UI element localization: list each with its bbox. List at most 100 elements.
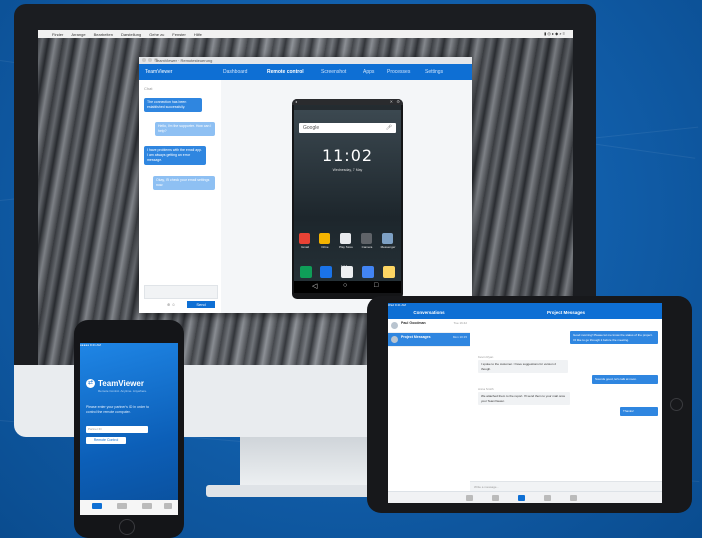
avatar xyxy=(391,336,398,343)
iphone-status-bar: ●●●●● 9:41 AM xyxy=(80,343,101,347)
tab-remote-control[interactable]: Remote control xyxy=(267,69,304,75)
settings-icon[interactable]: ⚙ xyxy=(396,99,400,104)
phone-icon[interactable] xyxy=(300,266,312,278)
android-screen[interactable]: Google 🎤︎ 11:02 Wednesday, 7 May Gmail D… xyxy=(294,105,401,293)
date-label: Wednesday, 7 May xyxy=(332,168,363,172)
messenger-icon[interactable] xyxy=(382,233,393,244)
chat-message: Thanks! xyxy=(620,407,658,416)
window-titlebar[interactable]: TeamViewer · Remotesteuerung xyxy=(139,57,472,64)
message-thread: Good morning! Please let me know the sta… xyxy=(470,319,662,481)
chat-label: Chat xyxy=(144,86,153,91)
remote-control-button[interactable]: Remote Control xyxy=(86,437,126,444)
iphone-tab-bar xyxy=(80,500,178,515)
minimize-window-button[interactable] xyxy=(148,58,152,62)
tab-dashboard[interactable]: Dashboard xyxy=(223,69,247,75)
list-item[interactable]: Project Messages Mon 10:15 xyxy=(388,333,470,347)
window-nav-bar: TeamViewer Dashboard Remote control Scre… xyxy=(139,64,472,80)
window-title: TeamViewer · Remotesteuerung xyxy=(155,58,213,63)
tab-screenshot[interactable]: Screenshot xyxy=(321,69,346,75)
conversations-header: Conversations xyxy=(388,307,470,319)
monitor-stand xyxy=(240,436,380,488)
conversation-name: Paul Goodman xyxy=(401,321,426,325)
back-icon[interactable]: ◁ xyxy=(312,282,317,290)
conversation-list: Paul Goodman Tue 16:42 Project Messages … xyxy=(388,319,471,491)
chat-pane: Chat The connection has been established… xyxy=(139,80,222,313)
drive-icon[interactable] xyxy=(319,233,330,244)
chat-message: Hello, I'm the supporter. How can I help… xyxy=(155,122,215,136)
tab-settings[interactable]: Settings xyxy=(425,69,443,75)
chrome-icon[interactable] xyxy=(362,266,374,278)
menu-item[interactable]: Darstellung xyxy=(121,32,141,37)
connect-tab-icon[interactable] xyxy=(92,503,102,509)
android-phone: ◂ ✕ ⚙ Google 🎤︎ 11:02 Wednesday, 7 May G… xyxy=(292,99,403,299)
computers-tab-icon[interactable] xyxy=(117,503,127,509)
menubar-status-icons[interactable]: ▮ ◎ ▸ ◆ ⌕ ≡ xyxy=(544,31,565,36)
android-nav-bar: ◁ ○ □ xyxy=(294,281,401,293)
app-label: Gmail xyxy=(301,245,309,249)
gmail-icon[interactable] xyxy=(299,233,310,244)
chat-message: The connection has been established succ… xyxy=(144,98,202,112)
app-tagline: Remote Control. Anytime. Anywhere. xyxy=(98,389,148,393)
chat-message: I have problems with the email app. I am… xyxy=(144,146,206,165)
chat-message: Sounds good, let's talk at noon. xyxy=(592,375,658,384)
attachment-icon[interactable]: ⊕ ☺ xyxy=(167,302,176,307)
menu-item[interactable]: Hilfe xyxy=(194,32,202,37)
settings-tab-icon[interactable] xyxy=(570,495,577,501)
mac-menubar: Finder Arrange Bearbeiten Darstellung Ge… xyxy=(38,30,573,38)
menu-item[interactable]: Fenster xyxy=(172,32,186,37)
app-label: Camera xyxy=(361,245,373,249)
app-label: Play Store xyxy=(339,245,353,249)
ipad-tab-bar xyxy=(388,491,662,503)
message-sender: Kevin Ryan xyxy=(478,355,494,359)
ipad-screen: iPad 9:41 AM Conversations Project Messa… xyxy=(388,303,662,503)
input-placeholder: Write a message... xyxy=(474,485,499,489)
files-tab-icon[interactable] xyxy=(164,503,172,509)
menu-item[interactable]: Bearbeiten xyxy=(94,32,113,37)
clock-widget: 11:02 xyxy=(321,146,374,165)
instructions-text: Please enter your partner's ID in order … xyxy=(86,405,150,414)
brand-label: TeamViewer xyxy=(145,69,173,75)
chat-message: Good morning! Please let me know the sta… xyxy=(570,331,658,344)
list-item[interactable]: Paul Goodman Tue 16:42 xyxy=(388,319,470,333)
chat-message: We attached them to the report. I'll sen… xyxy=(478,392,570,405)
mic-icon[interactable]: 🎤︎ xyxy=(386,123,392,133)
notes-icon[interactable] xyxy=(383,266,395,278)
avatar xyxy=(391,322,398,329)
chat-message: I spoke to the customer. I have suggesti… xyxy=(478,360,568,373)
close-window-button[interactable] xyxy=(142,58,146,62)
app-title: TeamViewer xyxy=(98,379,144,388)
conversation-name: Project Messages xyxy=(401,335,431,339)
send-button[interactable]: Send xyxy=(187,301,215,308)
menu-item[interactable]: Gehe zu xyxy=(149,32,164,37)
chat-tab-icon[interactable] xyxy=(518,495,525,501)
app-drawer-icon[interactable] xyxy=(341,266,353,278)
teamviewer-logo-icon: ⇄ xyxy=(86,379,95,388)
chat-tab-icon[interactable] xyxy=(142,503,152,509)
play-store-icon[interactable] xyxy=(340,233,351,244)
back-arrow-icon[interactable]: ◂ xyxy=(295,99,297,104)
conversation-time: Mon 10:15 xyxy=(452,335,467,339)
search-placeholder: Google xyxy=(303,125,320,131)
app-label: Drive xyxy=(321,245,329,249)
close-icon[interactable]: ✕ xyxy=(390,99,393,104)
connect-tab-icon[interactable] xyxy=(466,495,473,501)
tab-processes[interactable]: Processes xyxy=(387,69,410,75)
ipad-home-button[interactable] xyxy=(670,398,683,411)
contacts-icon[interactable] xyxy=(320,266,332,278)
message-sender: Anna Smith xyxy=(478,387,494,391)
menu-item[interactable]: Finder xyxy=(52,32,63,37)
chat-input[interactable] xyxy=(144,285,218,299)
recents-icon[interactable]: □ xyxy=(374,282,378,289)
camera-icon[interactable] xyxy=(361,233,372,244)
partner-id-input[interactable]: Partner ID xyxy=(86,426,148,433)
iphone-home-button[interactable] xyxy=(119,519,135,535)
home-icon[interactable]: ○ xyxy=(343,282,347,289)
google-search-bar[interactable]: Google 🎤︎ xyxy=(299,123,396,133)
tab-apps[interactable]: Apps xyxy=(363,69,374,75)
conversation-time: Tue 16:42 xyxy=(453,321,467,325)
chat-header: Project Messages xyxy=(470,307,662,319)
menu-item[interactable]: Arrange xyxy=(71,32,85,37)
computers-tab-icon[interactable] xyxy=(492,495,499,501)
iphone-screen: ●●●●● 9:41 AM ⇄ TeamViewer Remote Contro… xyxy=(80,343,178,515)
files-tab-icon[interactable] xyxy=(544,495,551,501)
